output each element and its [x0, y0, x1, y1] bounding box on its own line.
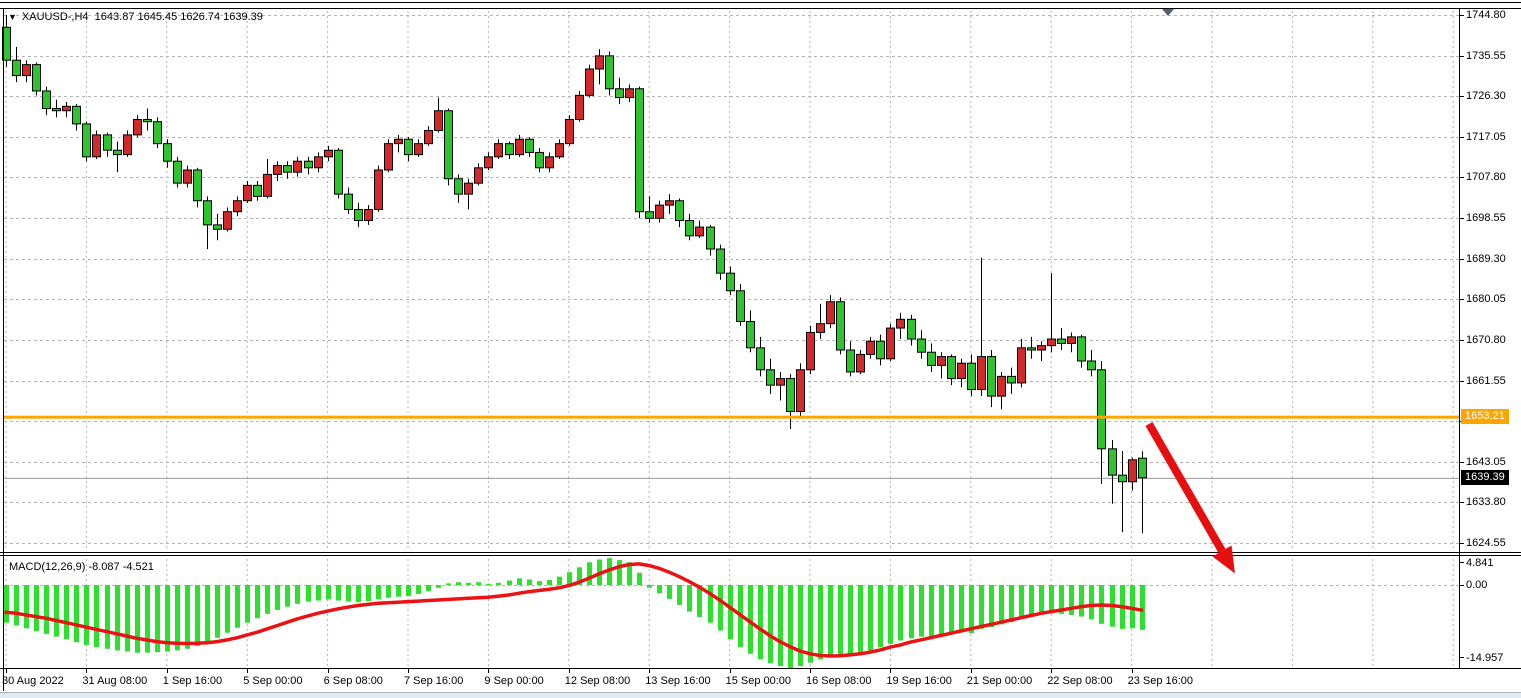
chart-window: ▼ XAUUSD-,H4 1643.87 1645.45 1626.74 1639…: [0, 0, 1521, 698]
symbol-dropdown-icon[interactable]: ▼: [8, 12, 17, 22]
chart-shift-marker: [1162, 9, 1174, 16]
annotation-overlay: [0, 0, 1521, 698]
chart-title: ▼ XAUUSD-,H4 1643.87 1645.45 1626.74 1639…: [8, 11, 263, 23]
ohlc-values: 1643.87 1645.45 1626.74 1639.39: [95, 11, 263, 23]
symbol-period-label: XAUUSD-,H4: [22, 11, 89, 23]
macd-indicator-label: MACD(12,26,9) -8.087 -4.521: [9, 561, 154, 573]
